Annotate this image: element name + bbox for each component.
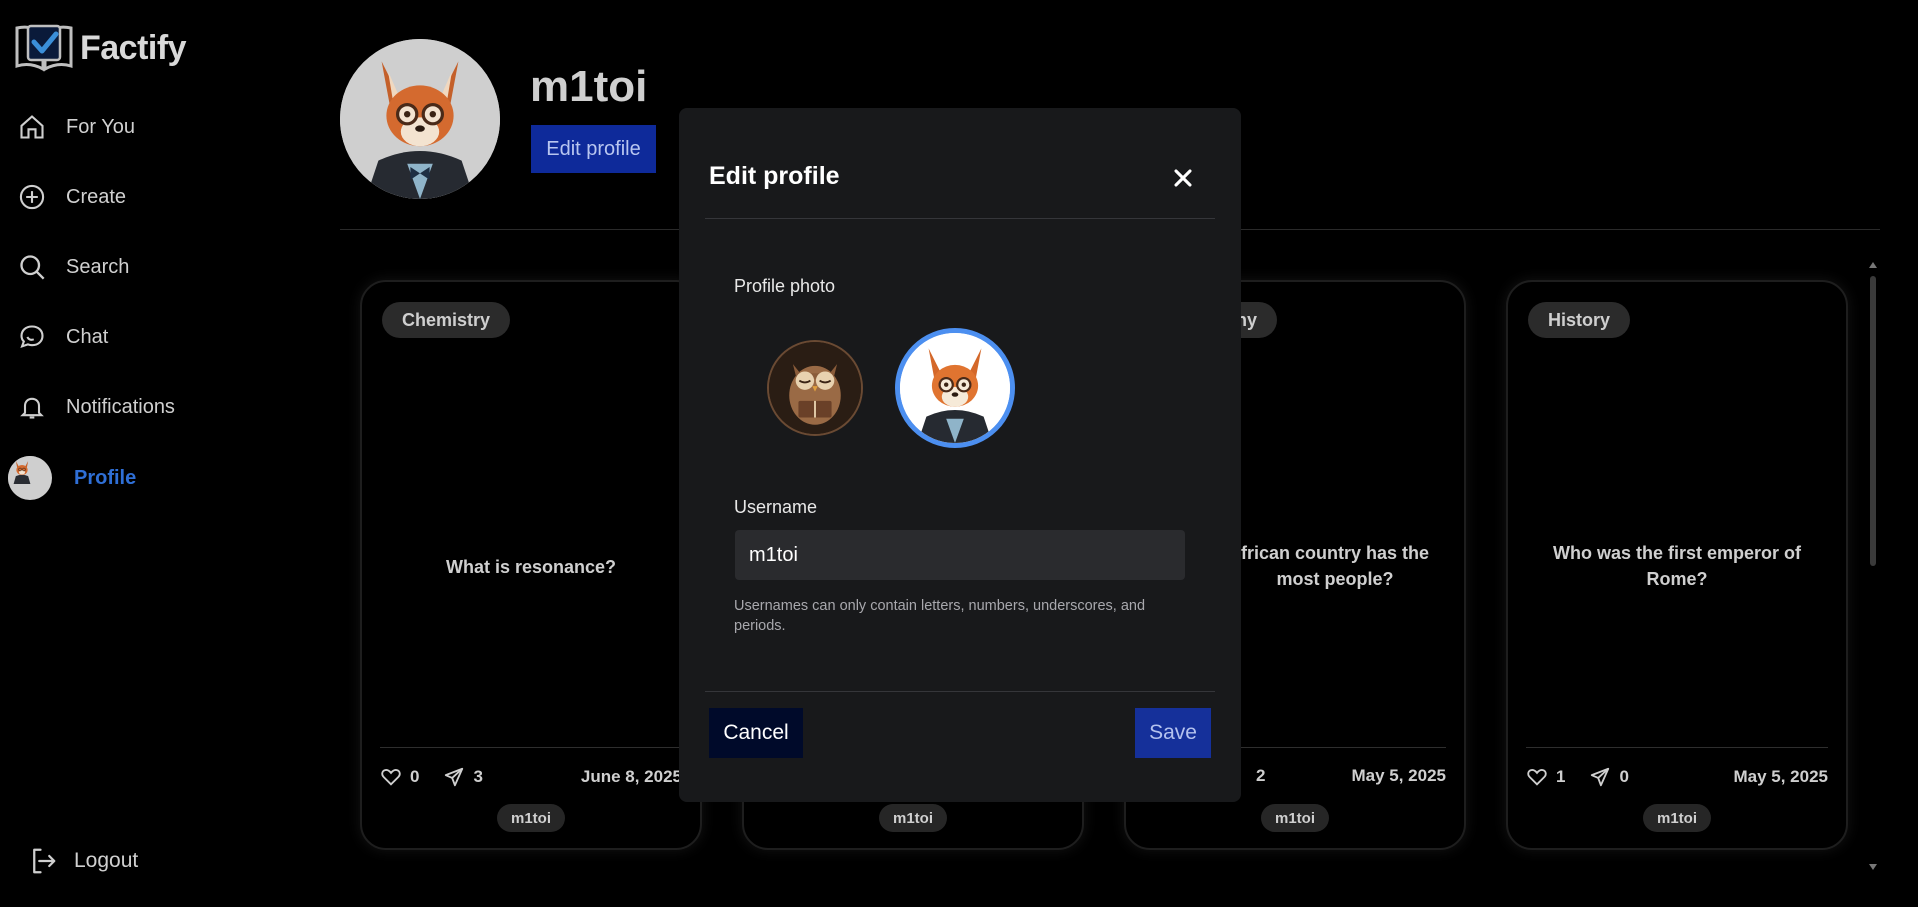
scroll-thumb[interactable] — [1870, 276, 1876, 566]
logout-icon — [33, 848, 56, 874]
share-stat[interactable]: 2 — [1256, 766, 1265, 786]
sidebar-item-for-you[interactable]: For You — [18, 113, 135, 141]
scroll-down-arrow[interactable] — [1869, 864, 1877, 870]
home-icon — [20, 115, 44, 139]
modal-title: Edit profile — [709, 162, 840, 190]
category-tag[interactable]: Chemistry — [382, 302, 511, 338]
owl-avatar-icon — [769, 342, 861, 434]
sidebar-item-profile[interactable]: Profile — [8, 456, 136, 500]
cancel-button[interactable]: Cancel — [709, 708, 803, 758]
username-input[interactable] — [735, 530, 1185, 580]
heart-icon — [381, 769, 401, 786]
fact-card[interactable]: History Who was the first emperor of Rom… — [1506, 280, 1848, 850]
fact-card[interactable]: Chemistry What is resonance? 0 3 June 8,… — [360, 280, 702, 850]
sidebar-item-label: Profile — [74, 466, 137, 489]
card-stats: 0 3 June 8, 2025 — [380, 766, 682, 788]
like-stat[interactable]: 0 — [380, 766, 419, 788]
profile-avatar — [340, 39, 500, 199]
chat-icon — [20, 325, 44, 349]
category-tag[interactable]: History — [1528, 302, 1631, 338]
like-count: 0 — [410, 767, 420, 786]
share-count: 0 — [1619, 767, 1629, 786]
fox-avatar-icon — [8, 456, 36, 484]
sidebar-item-create[interactable]: Create — [18, 183, 126, 211]
profile-username: m1toi — [530, 62, 648, 111]
send-icon — [445, 767, 464, 787]
book-check-logo-icon — [15, 24, 73, 72]
scroll-up-arrow[interactable] — [1869, 262, 1877, 268]
edit-profile-modal: Edit profile Profile photo Username m1to… — [679, 108, 1241, 802]
photo-option-fox-selected[interactable] — [895, 328, 1015, 448]
avatar — [8, 456, 52, 500]
sidebar-item-notifications[interactable]: Notifications — [18, 393, 175, 421]
sidebar-item-label: Chat — [66, 325, 109, 348]
sidebar-item-label: For You — [66, 115, 135, 138]
author-badge[interactable]: m1toi — [1642, 804, 1712, 832]
card-question: Who was the first emperor of Rome? — [1552, 543, 1802, 589]
fox-avatar-icon — [900, 333, 1010, 443]
modal-header-divider — [705, 218, 1215, 219]
share-stat[interactable]: 0 — [1589, 766, 1629, 788]
sidebar-item-label: Notifications — [66, 395, 175, 418]
app-logo[interactable]: Factify — [14, 22, 187, 74]
share-count: 2 — [1256, 766, 1266, 785]
card-question: What is resonance? — [445, 557, 617, 577]
plus-circle-icon — [19, 184, 45, 210]
edit-profile-button[interactable]: Edit profile — [531, 125, 656, 173]
close-icon[interactable] — [1169, 164, 1197, 192]
like-count: 1 — [1556, 767, 1566, 786]
send-icon — [1591, 767, 1610, 787]
card-date: May 5, 2025 — [1351, 766, 1446, 785]
card-question: frican country has the most people? — [1240, 543, 1430, 589]
author-badge[interactable]: m1toi — [496, 804, 566, 832]
scrollbar[interactable] — [1868, 262, 1878, 872]
sidebar-item-chat[interactable]: Chat — [18, 323, 108, 351]
card-stats: 1 0 May 5, 2025 — [1526, 766, 1828, 788]
share-stat[interactable]: 3 — [443, 766, 483, 788]
card-date: May 5, 2025 — [1733, 767, 1828, 786]
share-count: 3 — [473, 767, 483, 786]
author-badge[interactable]: m1toi — [878, 804, 948, 832]
modal-footer-divider — [705, 691, 1215, 692]
like-stat[interactable]: 1 — [1526, 766, 1565, 788]
bell-icon — [20, 397, 44, 419]
profile-photo-label: Profile photo — [734, 276, 836, 296]
card-divider — [380, 747, 682, 748]
logout-label: Logout — [74, 849, 139, 872]
sidebar-item-search[interactable]: Search — [18, 253, 129, 281]
photo-option-owl[interactable] — [767, 340, 863, 436]
save-button[interactable]: Save — [1135, 708, 1211, 758]
card-date: June 8, 2025 — [580, 767, 682, 786]
author-badge[interactable]: m1toi — [1260, 804, 1330, 832]
sidebar: Factify For You Create Search Chat Notif… — [0, 0, 300, 907]
username-helper-text: Usernames can only contain letters, numb… — [734, 598, 1146, 634]
logout-button[interactable]: Logout — [28, 846, 138, 876]
card-divider — [1526, 747, 1828, 748]
heart-icon — [1527, 769, 1547, 786]
search-icon — [20, 255, 45, 280]
sidebar-item-label: Create — [66, 185, 127, 208]
sidebar-item-label: Search — [66, 255, 130, 278]
username-label: Username — [734, 497, 818, 517]
fox-avatar-icon — [340, 39, 500, 199]
app-name: Factify — [80, 28, 187, 67]
